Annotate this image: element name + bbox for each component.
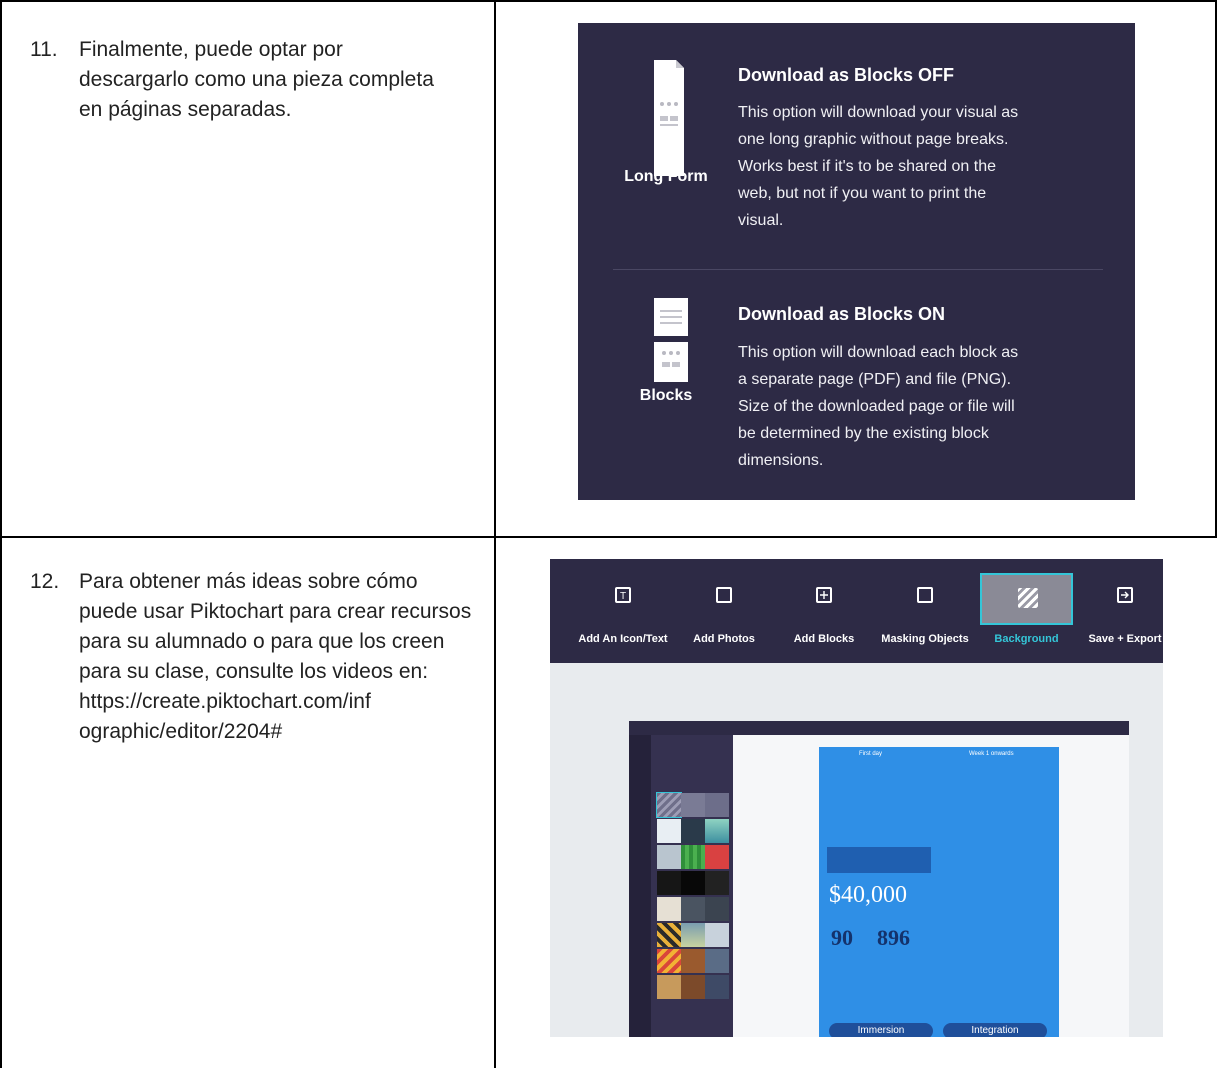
blocks-off-description: This option will download your visual as… bbox=[738, 104, 1019, 229]
bg-tile bbox=[705, 845, 729, 869]
bg-tile bbox=[705, 897, 729, 921]
bg-tile bbox=[681, 845, 705, 869]
bg-tile bbox=[681, 923, 705, 947]
toolbar-label: Add An Icon/Text bbox=[578, 633, 668, 645]
preview-background-panel bbox=[651, 735, 733, 1037]
piktochart-editor-screenshot: T Add An Icon/Text Add Photos Add Blocks… bbox=[550, 559, 1163, 1037]
step-number: 11. bbox=[30, 38, 58, 61]
infographic-canvas: First day Week 1 onwards $40,000 90 896 … bbox=[819, 747, 1059, 1037]
bg-tile bbox=[657, 897, 681, 921]
text-icon: T bbox=[615, 587, 631, 603]
step-text: Finalmente, puede optar por descargarlo … bbox=[79, 38, 434, 121]
download-options-panel: Long Form Download as Blocks OFF This op… bbox=[578, 23, 1135, 500]
bg-tile bbox=[657, 819, 681, 843]
bg-tile bbox=[705, 793, 729, 817]
toolbar-background-label-area: Background bbox=[980, 559, 1073, 663]
editor-preview: First day Week 1 onwards $40,000 90 896 … bbox=[629, 721, 1129, 1037]
canvas-banner-integration: Integration bbox=[943, 1023, 1047, 1037]
divider bbox=[613, 269, 1103, 270]
long-form-document-icon bbox=[654, 60, 684, 176]
toolbar-add-blocks[interactable]: Add Blocks bbox=[778, 559, 870, 663]
toolbar-label: Save + Export bbox=[1088, 633, 1162, 645]
bg-tile bbox=[657, 975, 681, 999]
table-border-left bbox=[0, 0, 2, 1068]
toolbar-masking-objects[interactable]: Masking Objects bbox=[875, 559, 975, 663]
bg-tile bbox=[657, 949, 681, 973]
canvas-days: 90 bbox=[831, 925, 853, 950]
bg-tile bbox=[657, 923, 681, 947]
bg-tile bbox=[705, 819, 729, 843]
step-11: 11. Finalmente, puede optar por descarga… bbox=[30, 35, 480, 135]
blocks-document-icon bbox=[654, 298, 688, 382]
bg-tile bbox=[681, 793, 705, 817]
bg-tile bbox=[705, 975, 729, 999]
canvas-banner-immersion: Immersion bbox=[829, 1023, 933, 1037]
bg-tile bbox=[657, 871, 681, 895]
toolbar-save-export[interactable]: Save + Export bbox=[1085, 559, 1163, 663]
canvas-applicants: 896 bbox=[877, 925, 910, 950]
preview-topbar bbox=[629, 721, 1129, 735]
bg-tile bbox=[681, 819, 705, 843]
step-number: 12. bbox=[30, 570, 60, 593]
toolbar-add-photos[interactable]: Add Photos bbox=[680, 559, 768, 663]
long-form-label: Long Form bbox=[624, 168, 708, 185]
svg-text:T: T bbox=[620, 591, 626, 601]
blocks-on-title: Download as Blocks ON bbox=[738, 304, 946, 324]
bg-tile bbox=[656, 792, 682, 818]
bg-tile bbox=[681, 975, 705, 999]
bg-tile bbox=[681, 871, 705, 895]
bg-tile bbox=[705, 923, 729, 947]
toolbar-label: Add Photos bbox=[693, 633, 755, 645]
bg-tile bbox=[705, 949, 729, 973]
blocks-label: Blocks bbox=[639, 387, 693, 404]
blocks-off-title: Download as Blocks OFF bbox=[738, 65, 955, 85]
bg-tile bbox=[681, 897, 705, 921]
canvas-col-week-one: Week 1 onwards bbox=[969, 751, 1014, 757]
table-row-divider bbox=[0, 536, 1217, 538]
blocks-on-description: This option will download each block as … bbox=[738, 344, 1019, 469]
table-border-top bbox=[0, 0, 1217, 2]
canvas-checklist-box bbox=[827, 847, 931, 873]
toolbar-label: Background bbox=[994, 633, 1059, 645]
table-column-divider bbox=[494, 0, 496, 1068]
mask-icon bbox=[917, 587, 933, 603]
bg-tile bbox=[657, 845, 681, 869]
export-icon bbox=[1117, 587, 1133, 603]
step-12: 12. Para obtener más ideas sobre cómo pu… bbox=[30, 567, 480, 827]
toolbar-label: Add Blocks bbox=[793, 633, 855, 645]
canvas-col-first-day: First day bbox=[859, 751, 883, 757]
plus-icon bbox=[816, 587, 832, 603]
toolbar-add-icon-text[interactable]: T Add An Icon/Text bbox=[550, 559, 696, 663]
step-text: Para obtener más ideas sobre cómo puede … bbox=[79, 570, 472, 743]
preview-sidebar bbox=[629, 735, 651, 1037]
photo-icon bbox=[716, 587, 732, 603]
bg-tile bbox=[681, 949, 705, 973]
toolbar-label: Masking Objects bbox=[881, 633, 969, 645]
bg-tile bbox=[705, 871, 729, 895]
canvas-amount: $40,000 bbox=[829, 882, 907, 908]
